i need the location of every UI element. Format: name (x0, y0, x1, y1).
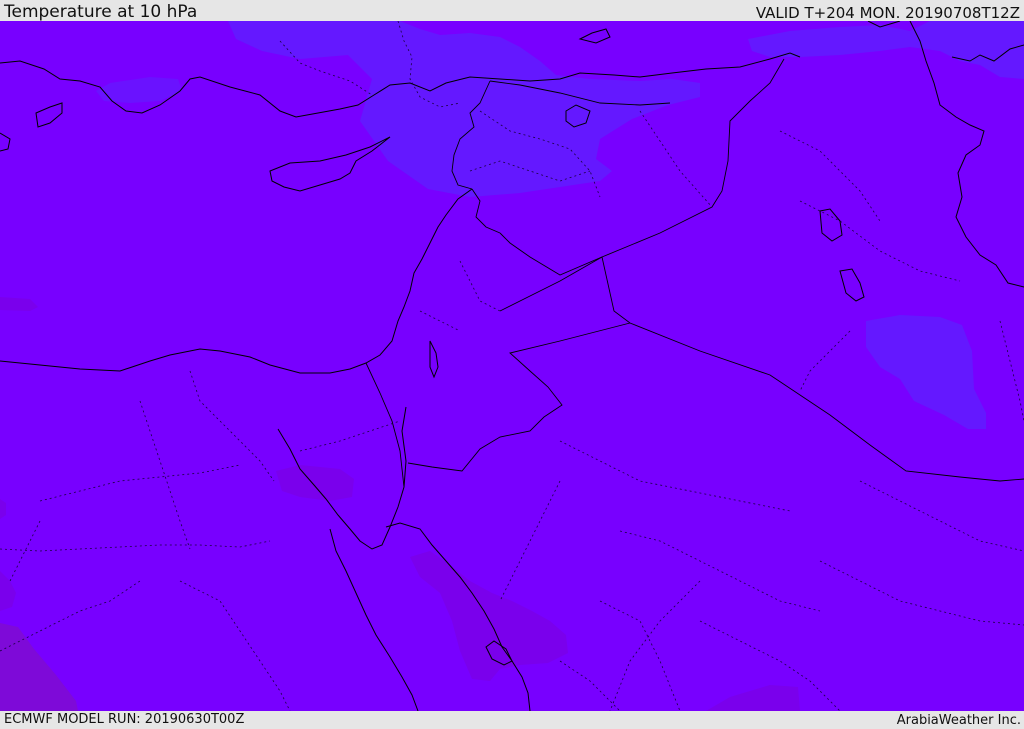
valid-time: VALID T+204 MON. 20190708T12Z (755, 4, 1020, 22)
map-title: Temperature at 10 hPa (4, 2, 198, 22)
header-bar: Temperature at 10 hPa VALID T+204 MON. 2… (0, 0, 1024, 21)
credit-label: ArabiaWeather Inc. (896, 713, 1021, 728)
map-canvas (0, 21, 1024, 711)
footer-bar: ECMWF MODEL RUN: 20190630T00Z ArabiaWeat… (0, 711, 1024, 729)
model-run-label: ECMWF MODEL RUN: 20190630T00Z (4, 712, 245, 727)
weather-map (0, 21, 1024, 711)
